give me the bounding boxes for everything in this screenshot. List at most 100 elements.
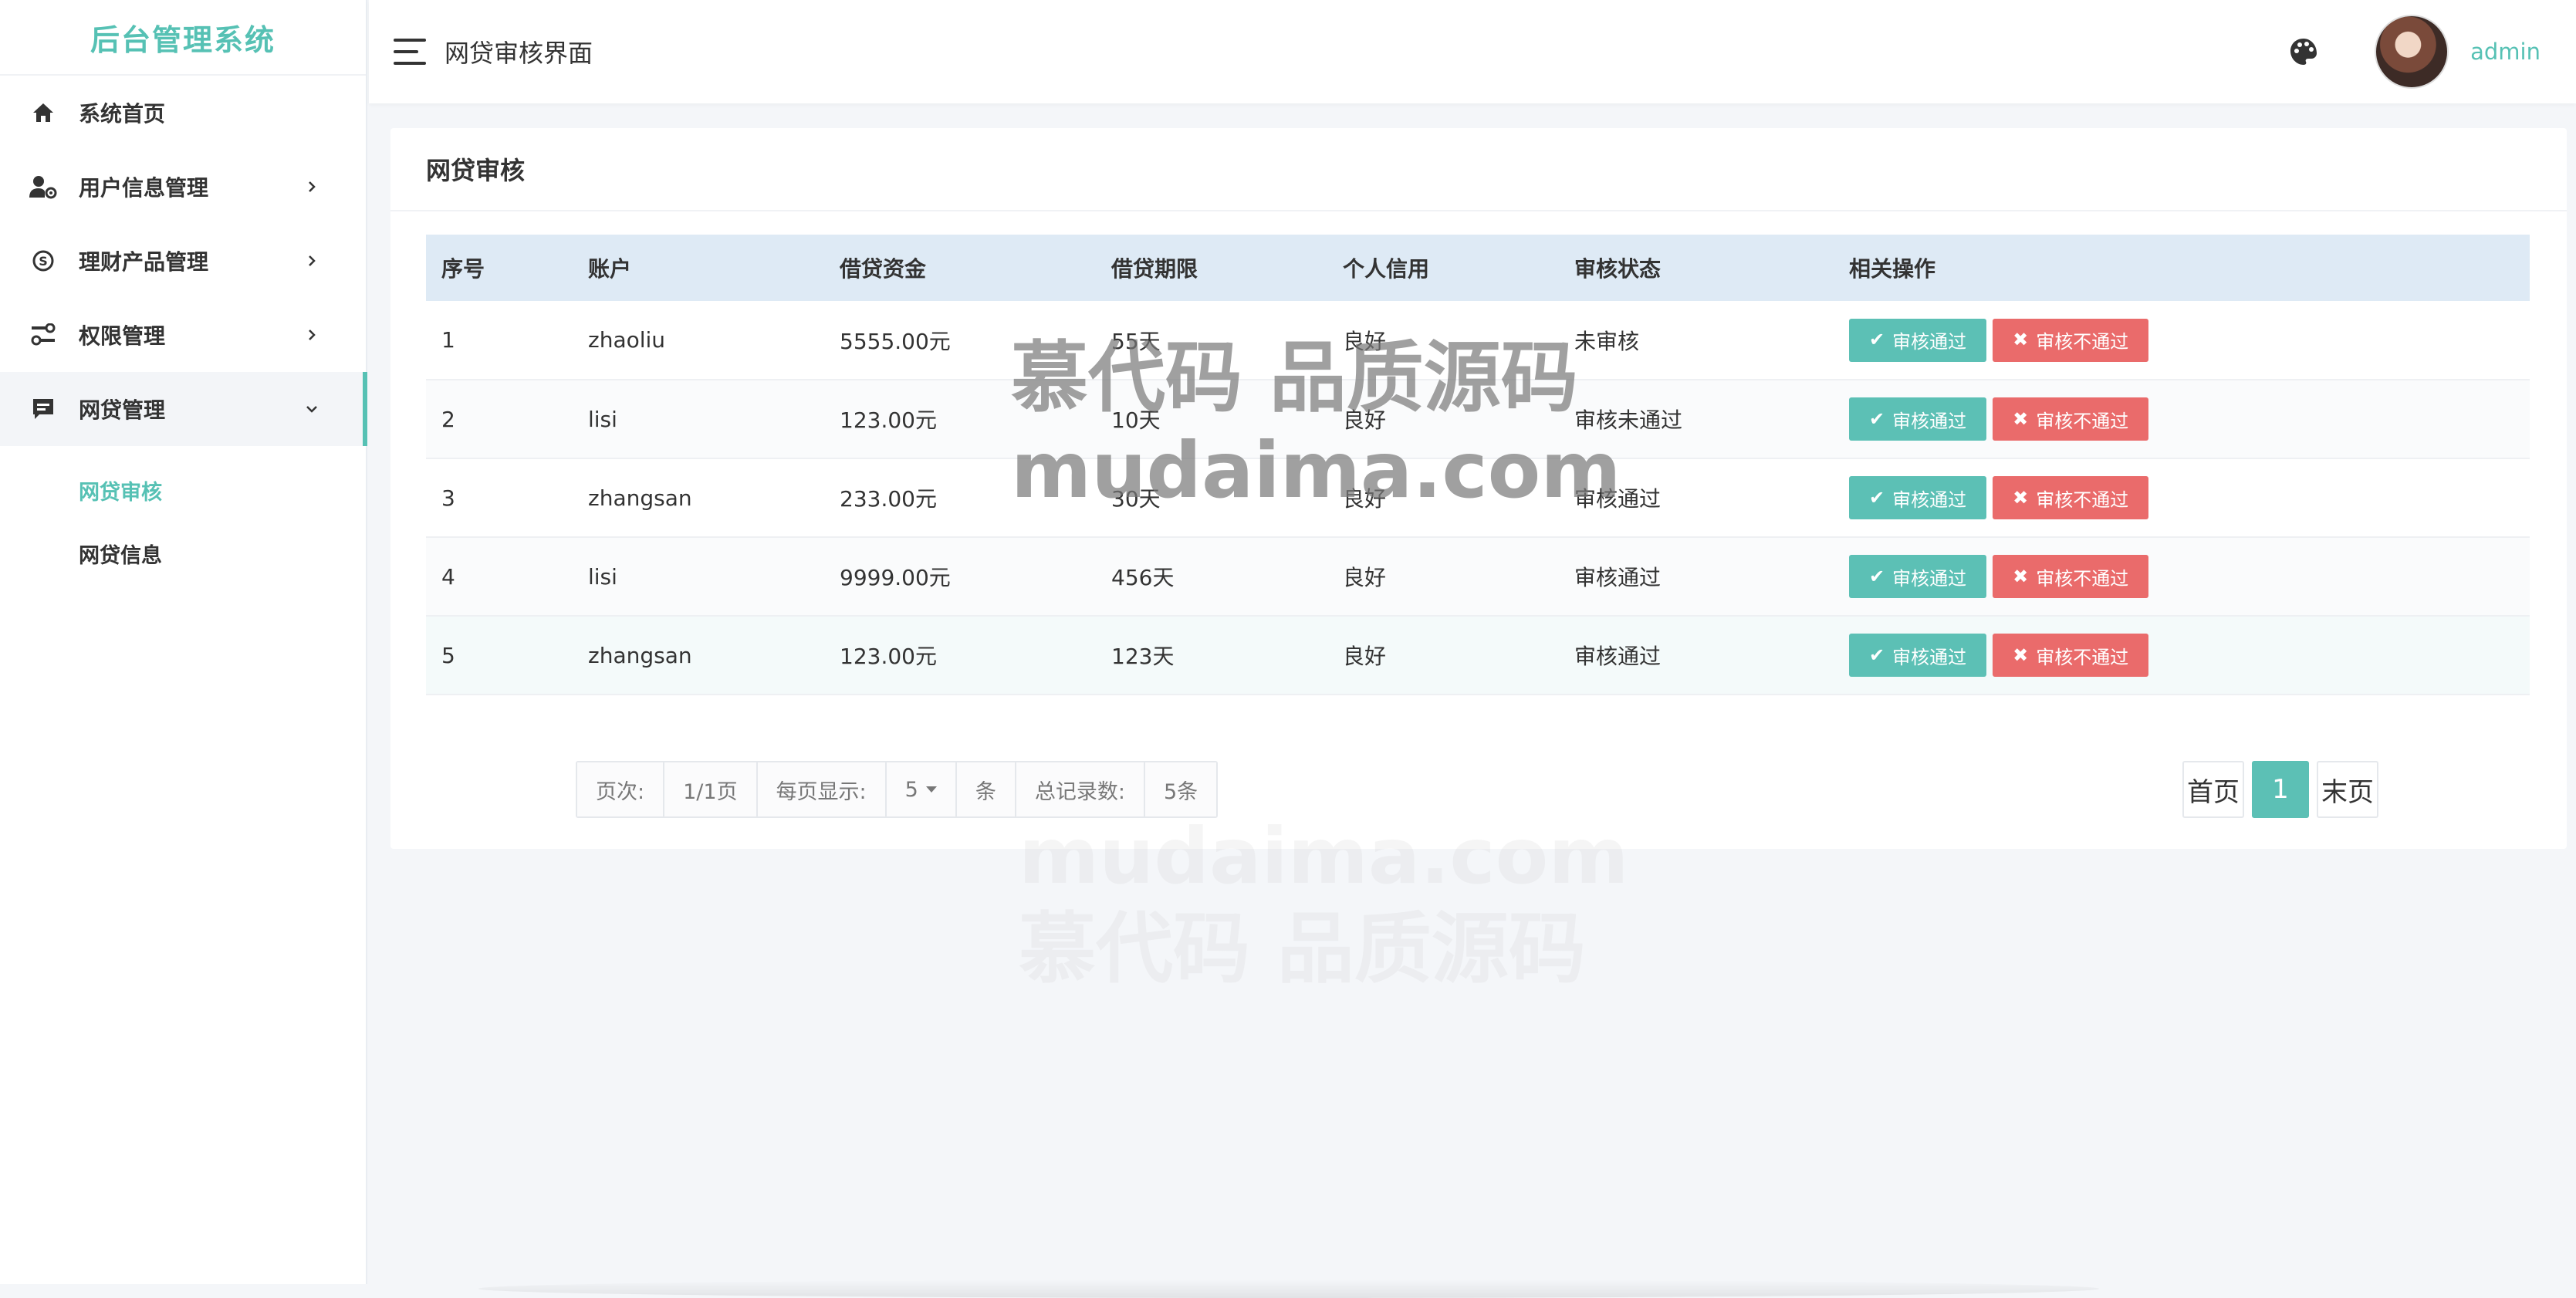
- palette-icon[interactable]: [2288, 36, 2319, 67]
- menu-toggle-icon[interactable]: [394, 39, 426, 65]
- cell-term: 55天: [1111, 328, 1161, 354]
- cell-status: 未审核: [1574, 328, 1640, 354]
- first-page-button[interactable]: 首页: [2182, 761, 2244, 818]
- total-label: 总记录数:: [1016, 762, 1145, 816]
- sidebar: 后台管理系统 系统首页 用户信息管理 S 理财产品管理 权限管理 网贷管理 网贷…: [0, 0, 367, 1284]
- cell-amount: 5555.00元: [840, 328, 951, 354]
- cell-term: 30天: [1111, 486, 1161, 512]
- svg-text:S: S: [39, 254, 48, 269]
- per-page-label: 每页显示:: [757, 762, 887, 816]
- cell-index: 1: [441, 327, 455, 353]
- approve-button[interactable]: ✔ 审核通过: [1849, 397, 1987, 441]
- cell-credit: 良好: [1343, 486, 1387, 512]
- sidebar-subitem-loan-info[interactable]: 网贷信息: [0, 522, 366, 585]
- sidebar-item-label: 网贷管理: [79, 397, 166, 423]
- skype-icon: S: [29, 247, 57, 275]
- topbar: 网贷审核界面 admin: [369, 0, 2576, 103]
- column-header: 账户: [588, 256, 632, 282]
- caret-down-icon: [925, 786, 937, 793]
- close-icon: ✖: [2013, 408, 2029, 430]
- cell-index: 3: [441, 485, 455, 511]
- table-row: 4 lisi 9999.00元 456天 良好 审核通过 ✔ 审核通过 ✖ 审核不通过: [426, 537, 2530, 616]
- sidebar-item-home[interactable]: 系统首页: [0, 76, 366, 150]
- table-row: 2 lisi 123.00元 10天 良好 审核未通过 ✔ 审核通过 ✖ 审核不通过: [426, 380, 2530, 458]
- sidebar-item-permissions[interactable]: 权限管理: [0, 298, 366, 372]
- pagination: 首页 1 末页: [2182, 761, 2378, 818]
- cell-index: 2: [441, 406, 455, 432]
- check-icon: ✔: [1869, 644, 1885, 666]
- column-header: 借贷期限: [1111, 256, 1198, 282]
- cell-index: 5: [441, 642, 455, 668]
- cell-actions: ✔ 审核通过 ✖ 审核不通过: [1834, 537, 2530, 616]
- sidebar-item-user-info[interactable]: 用户信息管理: [0, 150, 366, 224]
- cell-actions: ✔ 审核通过 ✖ 审核不通过: [1834, 616, 2530, 695]
- sidebar-item-label: 用户信息管理: [79, 175, 209, 201]
- reject-button[interactable]: ✖ 审核不通过: [1993, 634, 2149, 677]
- cell-index: 4: [441, 563, 455, 590]
- cell-credit: 良好: [1343, 328, 1387, 354]
- card-title: 网贷审核: [390, 128, 2567, 211]
- close-icon: ✖: [2013, 330, 2029, 350]
- cell-account: lisi: [588, 406, 617, 432]
- cell-amount: 123.00元: [840, 407, 937, 433]
- key-icon: [29, 321, 57, 349]
- cell-term: 456天: [1111, 565, 1175, 590]
- chevron-right-icon: [309, 255, 316, 266]
- chevron-right-icon: [309, 181, 316, 192]
- approve-button[interactable]: ✔ 审核通过: [1849, 476, 1987, 519]
- current-page-button[interactable]: 1: [2252, 761, 2309, 818]
- loan-review-card: 网贷审核 序号 账户 借贷资金 借贷期限 个人信用 审核状态 相关操作 1 zh…: [390, 128, 2567, 849]
- total-value: 5条: [1144, 762, 1217, 816]
- chevron-down-icon: [306, 406, 317, 413]
- cell-account: zhangsan: [588, 485, 692, 511]
- cell-credit: 良好: [1343, 565, 1387, 590]
- cell-actions: ✔ 审核通过 ✖ 审核不通过: [1834, 301, 2530, 380]
- sidebar-item-label: 理财产品管理: [79, 249, 209, 275]
- cell-status: 审核通过: [1574, 486, 1662, 512]
- cell-amount: 123.00元: [840, 644, 937, 669]
- approve-button[interactable]: ✔ 审核通过: [1849, 555, 1987, 598]
- cell-status: 审核通过: [1574, 565, 1662, 590]
- reject-button[interactable]: ✖ 审核不通过: [1993, 397, 2149, 441]
- page-title: 网贷审核界面: [445, 39, 593, 68]
- check-icon: ✔: [1869, 330, 1885, 350]
- check-icon: ✔: [1869, 487, 1885, 509]
- cell-account: zhangsan: [588, 642, 692, 668]
- reject-button[interactable]: ✖ 审核不通过: [1993, 555, 2149, 598]
- reject-button[interactable]: ✖ 审核不通过: [1993, 476, 2149, 519]
- table-row: 1 zhaoliu 5555.00元 55天 良好 未审核 ✔ 审核通过 ✖ 审核不通…: [426, 301, 2530, 380]
- username[interactable]: admin: [2470, 39, 2541, 65]
- column-header: 相关操作: [1849, 256, 1936, 282]
- per-page-unit: 条: [956, 762, 1016, 816]
- approve-button[interactable]: ✔ 审核通过: [1849, 634, 1987, 677]
- close-icon: ✖: [2013, 644, 2029, 666]
- approve-button[interactable]: ✔ 审核通过: [1849, 318, 1987, 362]
- check-icon: ✔: [1869, 408, 1885, 430]
- close-icon: ✖: [2013, 487, 2029, 509]
- column-header: 借贷资金: [840, 256, 927, 282]
- brand-title: 后台管理系统: [0, 0, 366, 76]
- table-row: 3 zhangsan 233.00元 30天 良好 审核通过 ✔ 审核通过 ✖ 审核不…: [426, 458, 2530, 537]
- cell-status: 审核通过: [1574, 644, 1662, 669]
- chevron-right-icon: [309, 330, 316, 340]
- page-value: 1/1页: [664, 762, 758, 816]
- window-shadow: [478, 1279, 2099, 1298]
- cell-actions: ✔ 审核通过 ✖ 审核不通过: [1834, 380, 2530, 458]
- last-page-button[interactable]: 末页: [2317, 761, 2378, 818]
- sidebar-subitem-loan-review[interactable]: 网贷审核: [0, 458, 366, 522]
- column-header: 个人信用: [1343, 256, 1430, 282]
- sidebar-item-loan-management[interactable]: 网贷管理: [0, 372, 367, 446]
- avatar[interactable]: [2375, 15, 2449, 89]
- per-page-select[interactable]: 5: [886, 762, 957, 816]
- cell-term: 123天: [1111, 644, 1175, 669]
- cell-amount: 233.00元: [840, 486, 937, 512]
- cell-account: zhaoliu: [588, 327, 666, 353]
- pagination-info: 页次: 1/1页 每页显示: 5 条 总记录数: 5条: [576, 761, 1219, 818]
- sidebar-item-finance-products[interactable]: S 理财产品管理: [0, 224, 366, 298]
- table-row: 5 zhangsan 123.00元 123天 良好 审核通过 ✔ 审核通过 ✖ 审核…: [426, 616, 2530, 695]
- sidebar-item-label: 权限管理: [79, 323, 166, 349]
- message-icon: [29, 395, 57, 423]
- reject-button[interactable]: ✖ 审核不通过: [1993, 318, 2149, 362]
- close-icon: ✖: [2013, 566, 2029, 587]
- sidebar-item-label: 系统首页: [79, 101, 166, 127]
